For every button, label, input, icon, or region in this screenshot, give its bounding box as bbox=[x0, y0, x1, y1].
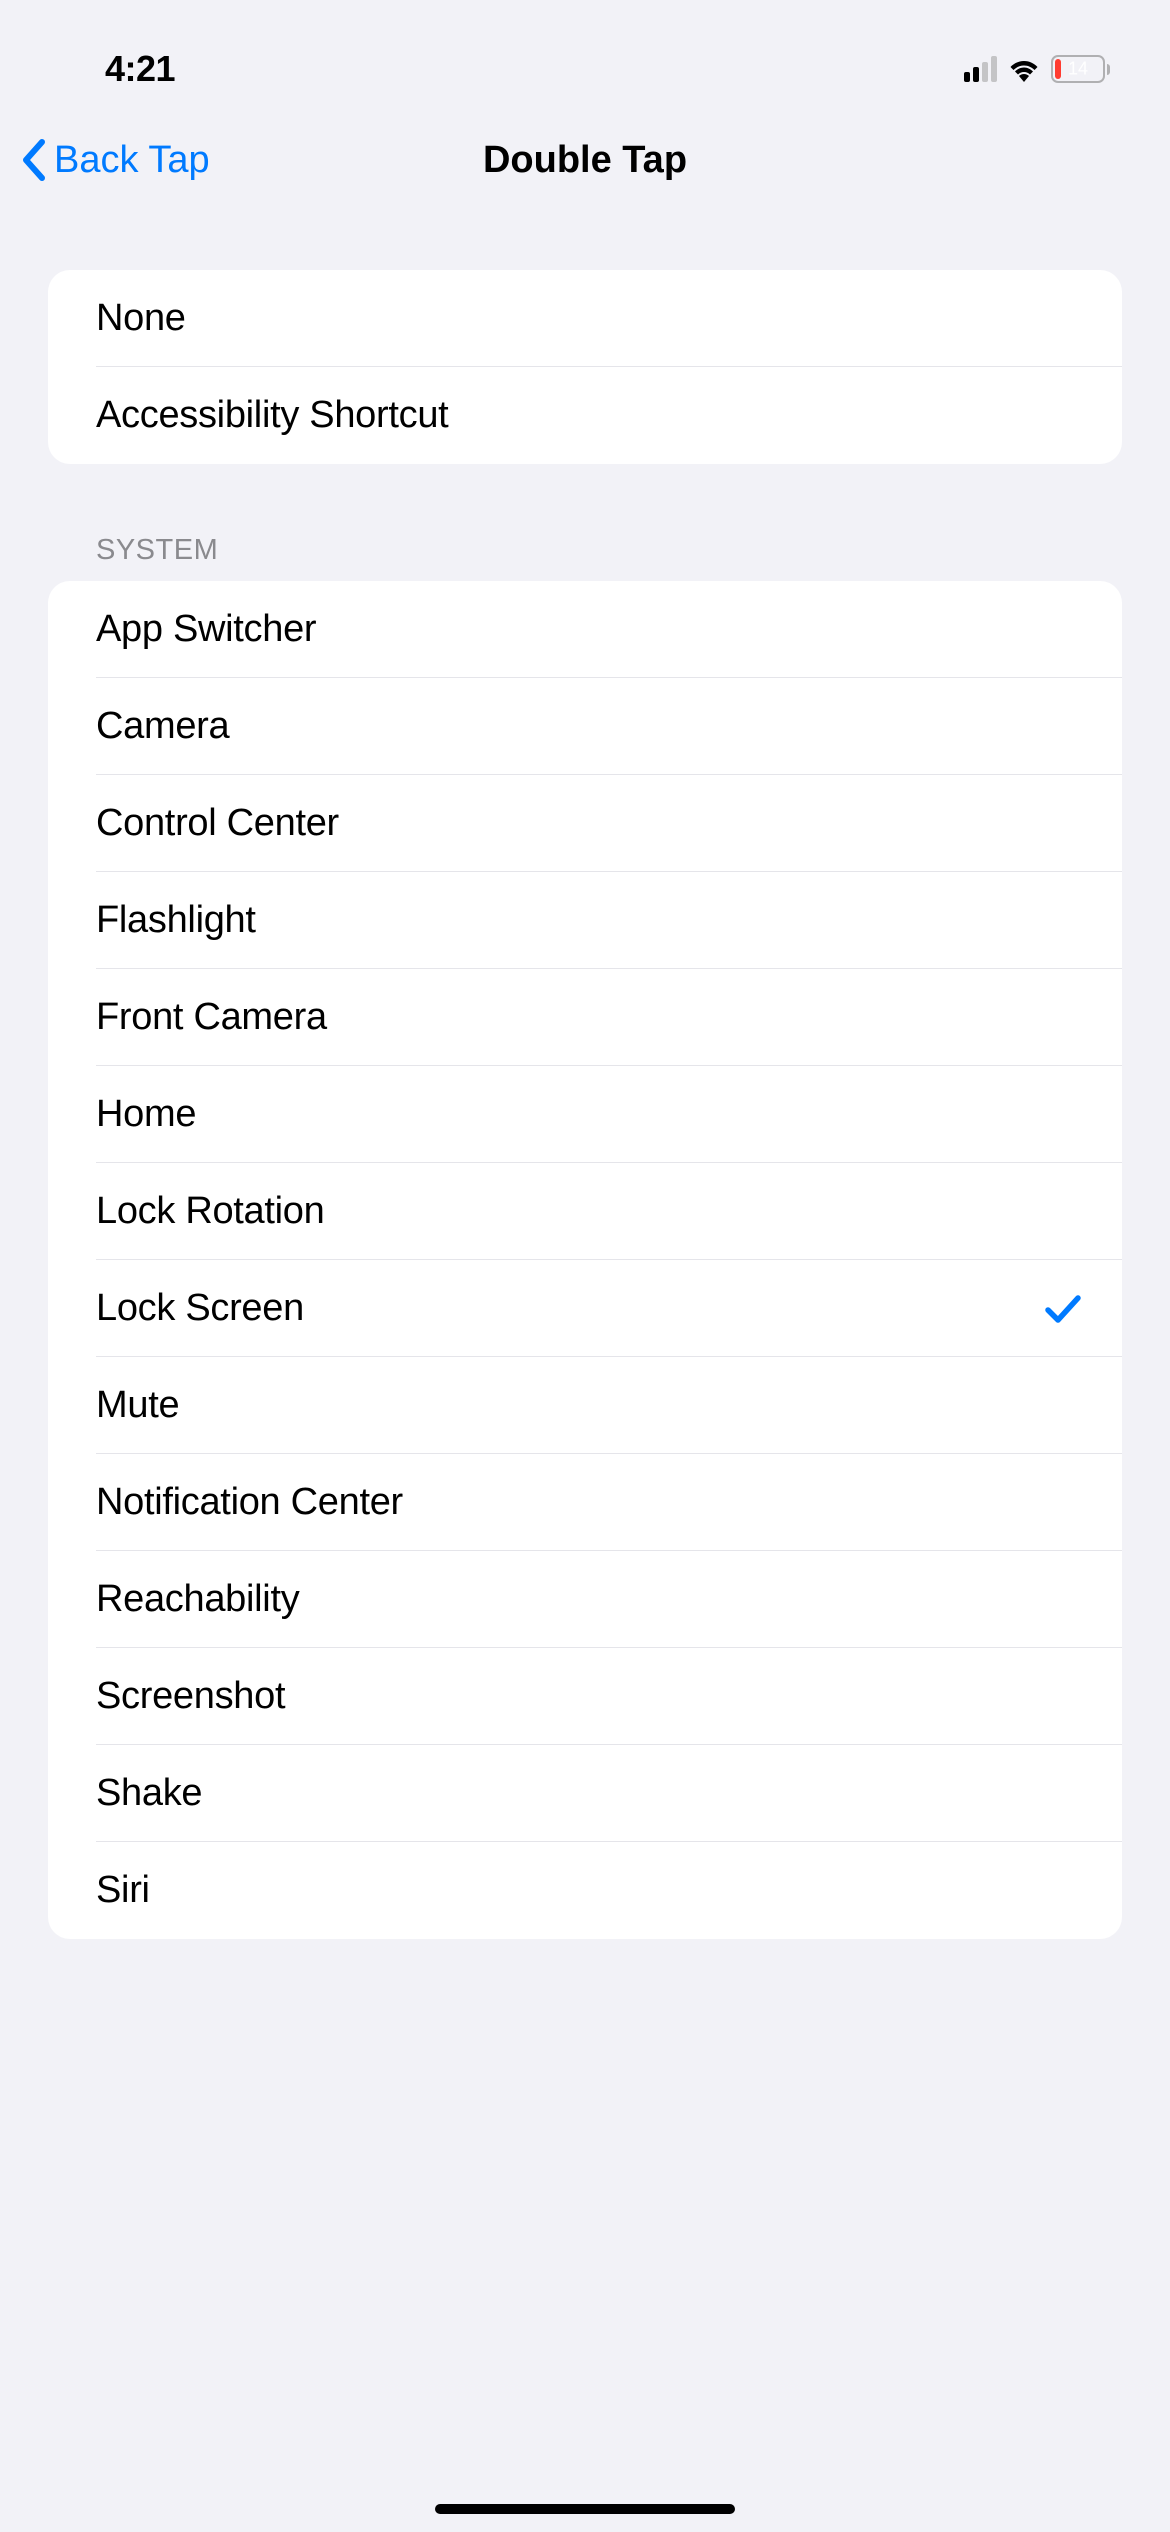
option-label: Lock Rotation bbox=[96, 1190, 324, 1233]
system-section-header: System bbox=[48, 464, 1122, 581]
status-time: 4:21 bbox=[105, 48, 175, 90]
home-indicator[interactable] bbox=[435, 2504, 735, 2514]
option-label: Reachability bbox=[96, 1578, 299, 1621]
chevron-left-icon bbox=[20, 138, 48, 182]
back-label: Back Tap bbox=[54, 139, 210, 182]
cellular-signal-icon bbox=[964, 56, 997, 82]
page-title: Double Tap bbox=[483, 139, 687, 182]
option-label: Front Camera bbox=[96, 996, 327, 1039]
option-label: Notification Center bbox=[96, 1481, 403, 1524]
top-group: None Accessibility Shortcut bbox=[48, 270, 1122, 464]
option-label: Camera bbox=[96, 705, 229, 748]
option-row-control-center[interactable]: Control Center bbox=[48, 775, 1122, 872]
option-label: Control Center bbox=[96, 802, 339, 845]
battery-icon: 14 bbox=[1051, 55, 1110, 83]
navigation-bar: Back Tap Double Tap bbox=[0, 110, 1170, 210]
option-row-front-camera[interactable]: Front Camera bbox=[48, 969, 1122, 1066]
checkmark-icon bbox=[1044, 1292, 1082, 1326]
status-indicators: 14 bbox=[964, 55, 1110, 83]
option-row-none[interactable]: None bbox=[48, 270, 1122, 367]
option-label: None bbox=[96, 297, 186, 340]
option-label: Home bbox=[96, 1093, 196, 1136]
option-label: Lock Screen bbox=[96, 1287, 304, 1330]
option-row-reachability[interactable]: Reachability bbox=[48, 1551, 1122, 1648]
option-row-flashlight[interactable]: Flashlight bbox=[48, 872, 1122, 969]
option-label: Flashlight bbox=[96, 899, 256, 942]
status-bar: 4:21 14 bbox=[0, 0, 1170, 110]
option-label: Mute bbox=[96, 1384, 179, 1427]
option-row-screenshot[interactable]: Screenshot bbox=[48, 1648, 1122, 1745]
back-button[interactable]: Back Tap bbox=[20, 138, 210, 182]
battery-percent: 14 bbox=[1068, 59, 1088, 80]
content: None Accessibility Shortcut System App Sw… bbox=[0, 270, 1170, 1939]
system-group: App Switcher Camera Control Center Flashlig… bbox=[48, 581, 1122, 1939]
option-row-app-switcher[interactable]: App Switcher bbox=[48, 581, 1122, 678]
wifi-icon bbox=[1007, 56, 1041, 82]
option-label: Screenshot bbox=[96, 1675, 285, 1718]
option-label: Siri bbox=[96, 1869, 150, 1912]
option-row-lock-rotation[interactable]: Lock Rotation bbox=[48, 1163, 1122, 1260]
option-row-lock-screen[interactable]: Lock Screen bbox=[48, 1260, 1122, 1357]
option-row-accessibility-shortcut[interactable]: Accessibility Shortcut bbox=[48, 367, 1122, 464]
option-label: Shake bbox=[96, 1772, 202, 1815]
option-row-shake[interactable]: Shake bbox=[48, 1745, 1122, 1842]
option-label: App Switcher bbox=[96, 608, 316, 651]
option-row-mute[interactable]: Mute bbox=[48, 1357, 1122, 1454]
option-label: Accessibility Shortcut bbox=[96, 394, 448, 437]
option-row-notification-center[interactable]: Notification Center bbox=[48, 1454, 1122, 1551]
option-row-camera[interactable]: Camera bbox=[48, 678, 1122, 775]
option-row-home[interactable]: Home bbox=[48, 1066, 1122, 1163]
option-row-siri[interactable]: Siri bbox=[48, 1842, 1122, 1939]
